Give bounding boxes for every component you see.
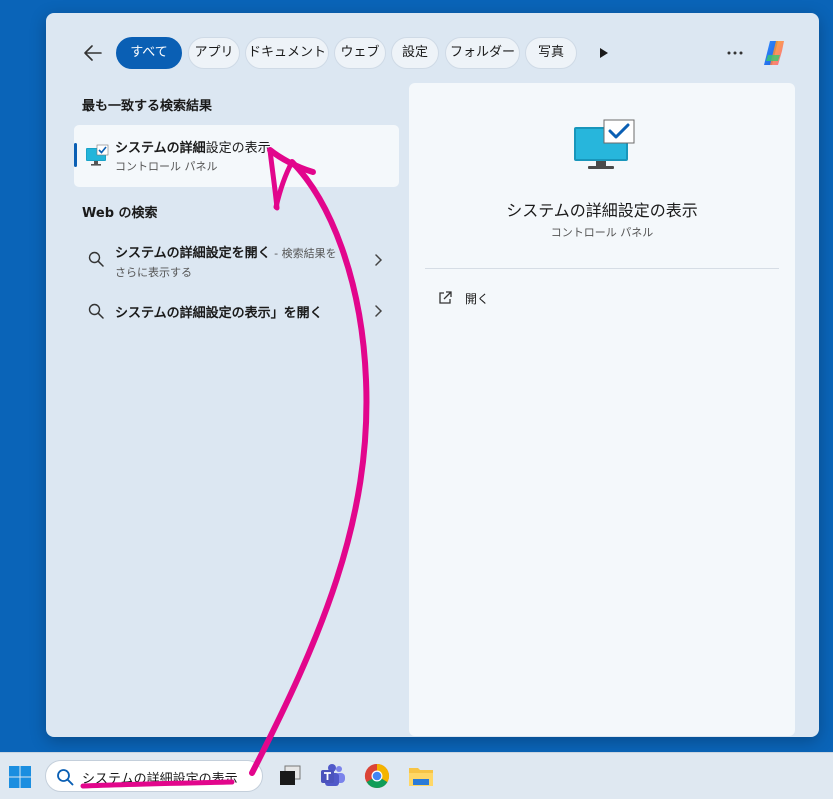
- windows-start-icon[interactable]: [8, 765, 32, 789]
- web-result-text: システムの詳細設定の表示」を開く: [115, 306, 323, 321]
- search-window: すべて アプリ ドキュメント ウェブ 設定 フォルダー 写真 最も一致する検索結…: [46, 13, 819, 737]
- best-match-subtitle: コントロール パネル: [115, 160, 218, 173]
- web-search-heading: Web の検索: [82, 206, 158, 221]
- open-action[interactable]: 開く: [425, 283, 625, 313]
- taskbar: システムの詳細設定の表示: [0, 752, 833, 799]
- chevron-right-icon: [375, 305, 383, 317]
- preview-subtitle: コントロール パネル: [550, 226, 654, 239]
- chevron-right-icon: [375, 254, 383, 266]
- task-view-icon[interactable]: [276, 762, 304, 790]
- teams-icon[interactable]: [319, 762, 347, 790]
- copilot-icon: [764, 41, 784, 65]
- web-result-text-line2: さらに表示する: [115, 266, 192, 279]
- best-match-title: システムの詳細設定の表示: [115, 141, 271, 156]
- divider: [425, 268, 779, 269]
- web-result-text: システムの詳細設定を開く - 検索結果を: [115, 246, 337, 261]
- more-filters-button[interactable]: [594, 43, 614, 63]
- filter-chip-documents[interactable]: ドキュメント: [245, 37, 329, 69]
- monitor-check-icon: [574, 119, 635, 169]
- taskbar-search-box[interactable]: システムの詳細設定の表示: [45, 760, 263, 792]
- back-button[interactable]: [80, 40, 106, 66]
- search-icon: [88, 303, 104, 319]
- preview-pane: システムの詳細設定の表示 コントロール パネル 開く: [409, 83, 795, 736]
- arrow-left-icon: [84, 45, 102, 61]
- copilot-button[interactable]: [758, 37, 790, 69]
- monitor-check-icon: [86, 144, 109, 166]
- search-icon: [88, 251, 104, 267]
- taskbar-search-input[interactable]: システムの詳細設定の表示: [82, 768, 258, 787]
- file-explorer-icon[interactable]: [407, 762, 435, 790]
- chrome-icon[interactable]: [363, 762, 391, 790]
- best-match-result[interactable]: システムの詳細設定の表示 コントロール パネル: [74, 125, 399, 187]
- filter-bar: すべて アプリ ドキュメント ウェブ 設定 フォルダー 写真: [46, 13, 819, 93]
- filter-chip-apps[interactable]: アプリ: [188, 37, 240, 69]
- more-options-button[interactable]: [723, 41, 747, 65]
- selection-indicator: [74, 143, 77, 167]
- preview-title: システムの詳細設定の表示: [506, 201, 698, 220]
- open-action-label: 開く: [465, 291, 490, 306]
- filter-chip-web[interactable]: ウェブ: [334, 37, 386, 69]
- search-icon: [57, 769, 74, 786]
- web-result-item[interactable]: システムの詳細設定を開く - 検索結果を さらに表示する: [74, 235, 399, 285]
- best-match-heading: 最も一致する検索結果: [82, 99, 213, 114]
- filter-chip-folders[interactable]: フォルダー: [445, 37, 520, 69]
- play-right-icon: [600, 48, 608, 58]
- filter-chip-all[interactable]: すべて: [116, 37, 182, 69]
- web-result-item[interactable]: システムの詳細設定の表示」を開く: [74, 293, 399, 329]
- filter-chip-photos[interactable]: 写真: [525, 37, 577, 69]
- ellipsis-icon: [727, 51, 743, 55]
- open-external-icon: [439, 291, 452, 304]
- filter-chip-settings[interactable]: 設定: [391, 37, 439, 69]
